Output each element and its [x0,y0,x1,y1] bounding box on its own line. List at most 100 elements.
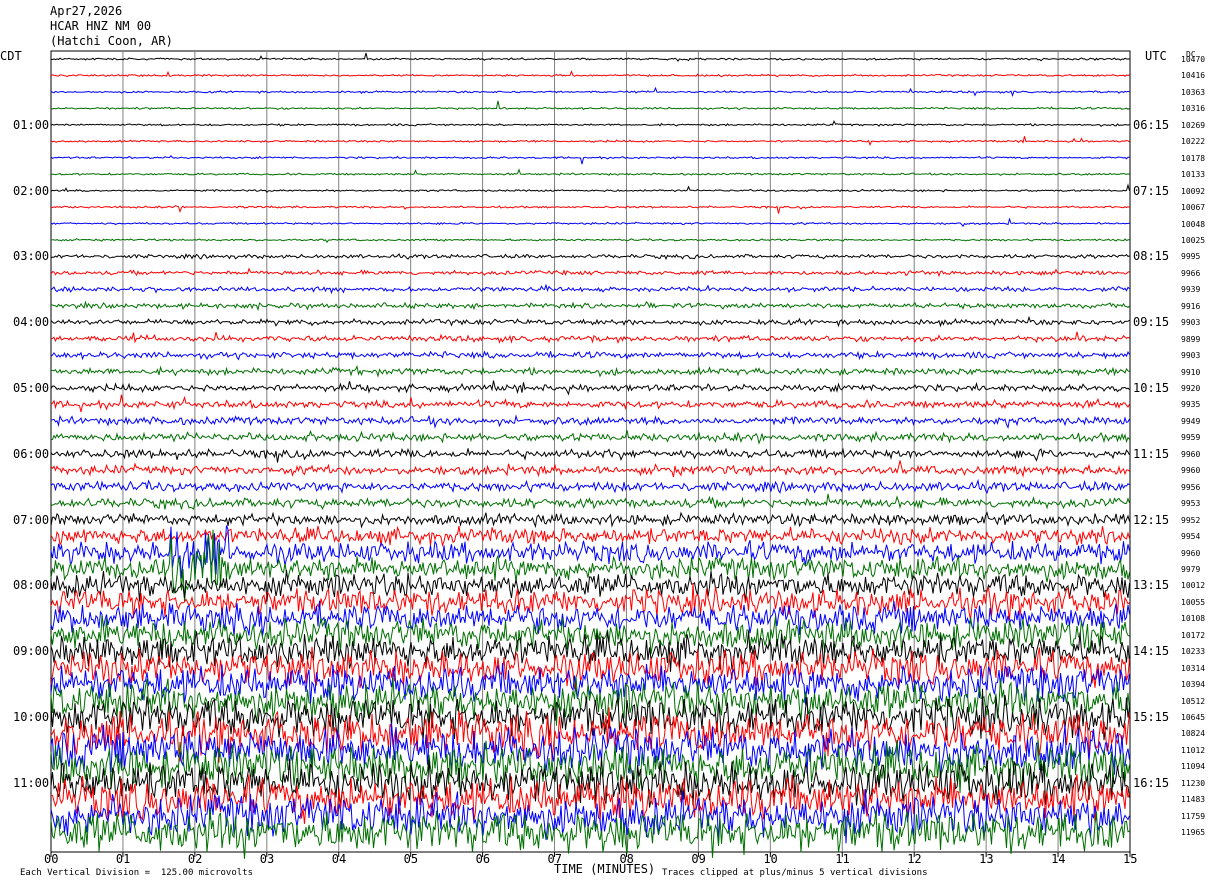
dc-offset-label: 10416 [1181,71,1206,81]
right-time-label: 06:15 [1133,117,1170,132]
seismic-trace [50,155,1130,165]
seismic-trace [50,70,1130,78]
x-tick-label: 04 [331,852,347,866]
seismic-trace [50,86,1130,97]
dc-offset-label: 10108 [1181,614,1206,624]
x-axis-title: TIME (MINUTES) [554,862,656,876]
seismic-trace [50,217,1130,228]
dc-offset-label: 10470 [1181,55,1206,64]
seismic-trace [51,52,1130,62]
dc-offset-label: 9903 [1181,318,1201,328]
x-tick-label: 13 [979,852,994,866]
seismic-trace [50,300,1130,312]
right-time-label: 16:15 [1133,775,1170,790]
right-time-label: 09:15 [1133,315,1170,330]
seismic-trace [50,267,1130,278]
seismic-trace [50,283,1130,295]
left-time-label: 03:00 [13,249,50,264]
x-tick-label: 10 [763,852,778,866]
seismic-trace [50,646,1130,690]
dc-offset-label: 9960 [1181,548,1201,558]
dc-offset-label: 11483 [1181,795,1206,805]
helicorder-plot [50,50,1131,859]
x-tick-label: 09 [691,852,706,866]
dc-offset-label: 9935 [1181,400,1201,410]
x-tick-label: 02 [187,852,203,866]
x-tick-label: 11 [835,852,850,866]
dc-offset-label: 10178 [1181,153,1206,163]
seismic-trace [50,414,1130,430]
x-tick-label: 05 [403,852,419,866]
seismic-trace [50,331,1130,344]
seismic-trace [50,238,1130,244]
dc-offset-label: 9960 [1181,449,1201,459]
right-time-label: 13:15 [1133,578,1170,593]
x-tick-label: 00 [44,852,59,866]
dc-offset-label: 9939 [1181,285,1201,295]
right-time-label: 14:15 [1133,644,1170,659]
dc-offset-label: 10025 [1181,235,1206,245]
right-time-label: 07:15 [1133,183,1170,198]
dc-offset-label: 10222 [1181,137,1206,147]
right-time-label: 12:15 [1133,512,1170,527]
dc-offset-label: 9954 [1181,532,1201,542]
dc-offset-label: 11012 [1181,745,1206,755]
seismic-trace [50,119,1130,127]
left-time-label: 05:00 [13,381,50,395]
dc-offset-label: 10012 [1181,581,1206,591]
x-tick-label: 15 [1123,852,1138,866]
dc-offset-label: 10055 [1181,597,1206,607]
dc-offset-label: 9920 [1181,384,1201,393]
left-time-label: 09:00 [13,644,50,659]
dc-offset-label: 11230 [1181,778,1206,788]
x-tick-label: 06 [475,852,491,866]
dc-offset-label: 9916 [1181,301,1201,311]
x-tick-label: 01 [115,852,131,866]
seismic-trace [50,493,1130,510]
dc-offset-label: 9959 [1181,433,1201,443]
seismic-trace [50,100,1130,111]
dc-offset-label: 10172 [1181,630,1206,640]
seismic-traces [50,52,1130,859]
left-time-label: 06:00 [13,446,50,461]
dc-offset-label: 10133 [1181,170,1206,180]
seismic-trace [50,460,1130,478]
seismic-trace [50,350,1130,361]
dc-offset-label: 10233 [1181,647,1206,657]
dc-offset-label: 10092 [1181,186,1206,196]
dc-offset-label: 9995 [1181,252,1201,262]
left-time-label: 04:00 [13,315,50,330]
dc-offset-label: 9953 [1181,499,1201,509]
x-tick-label: 14 [1051,852,1066,866]
right-timezone-label: UTC [1145,49,1167,63]
seismic-trace [50,478,1130,495]
dc-offset-label: 9979 [1181,564,1201,574]
header-station: HCAR HNZ NM 00 [50,19,152,33]
dc-offset-label: 10067 [1181,203,1206,213]
footer-clip-note: Traces clipped at plus/minus 5 vertical … [662,868,928,878]
x-tick-label: 03 [259,852,275,866]
right-time-label: 10:15 [1133,381,1170,395]
seismic-trace [50,583,1130,621]
dc-offset-label: 11094 [1181,762,1206,772]
right-time-label: 15:15 [1133,710,1170,724]
right-time-label: 11:15 [1133,446,1170,461]
seismic-trace [50,447,1130,463]
left-time-label: 01:00 [13,117,50,132]
dc-offset-label: 10314 [1181,663,1206,673]
dc-offset-label: 9956 [1181,482,1201,492]
dc-offset-label: 9966 [1181,268,1201,278]
left-time-label: 08:00 [13,578,50,593]
seismic-trace [50,205,1130,214]
seismic-trace [50,511,1130,529]
dc-offset-label: 11759 [1181,811,1206,821]
dc-offset-label: 10645 [1181,713,1206,722]
left-time-label: 07:00 [13,512,50,527]
dc-offset-label: 9910 [1181,367,1201,377]
seismic-trace [50,364,1130,378]
seismic-trace [50,183,1130,194]
dc-offset-label: 10512 [1181,696,1206,706]
dc-offset-label: 9903 [1181,351,1201,361]
dc-offset-label: 10316 [1181,104,1206,114]
header-location: (Hatchi Coon, AR) [50,34,173,48]
